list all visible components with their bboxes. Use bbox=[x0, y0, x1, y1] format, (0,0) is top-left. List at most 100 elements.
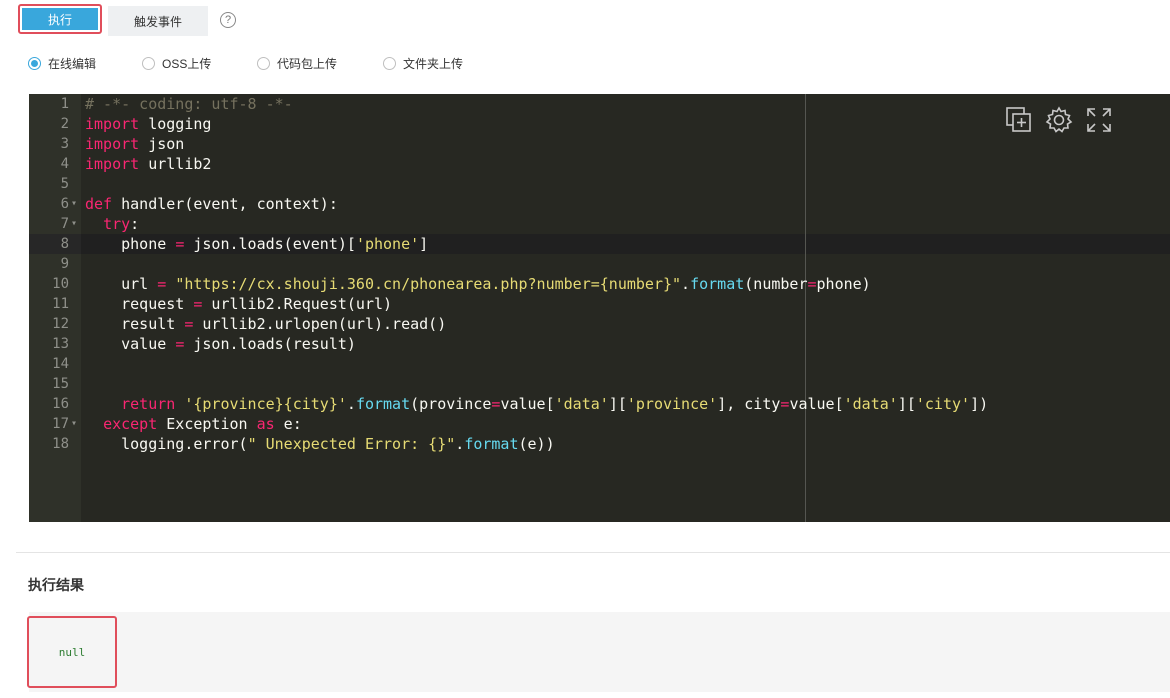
code-line[interactable]: 14 bbox=[29, 354, 1170, 374]
code-line[interactable]: 11 request = urllib2.Request(url) bbox=[29, 294, 1170, 314]
code-text: . bbox=[346, 395, 356, 413]
radio-online-edit[interactable]: 在线编辑 bbox=[28, 55, 96, 72]
code-text: json.loads(result) bbox=[184, 335, 356, 353]
line-number: 17 bbox=[52, 416, 69, 432]
code-text: value bbox=[121, 335, 176, 353]
line-number: 10 bbox=[52, 276, 69, 292]
code-text: urllib2 bbox=[139, 155, 212, 173]
line-number: 6 bbox=[60, 196, 69, 212]
radio-button[interactable] bbox=[142, 57, 155, 70]
code-line[interactable]: 4 import urllib2 bbox=[29, 154, 1170, 174]
code-text: url bbox=[121, 275, 158, 293]
copy-add-icon[interactable] bbox=[1004, 105, 1034, 135]
radio-button[interactable] bbox=[257, 57, 270, 70]
code-keyword: import bbox=[85, 115, 140, 133]
tab-run-label[interactable]: 执行 bbox=[22, 8, 98, 30]
code-line[interactable]: 15 bbox=[29, 374, 1170, 394]
line-number: 18 bbox=[52, 436, 69, 452]
fold-toggle-icon[interactable]: ▾ bbox=[71, 194, 77, 214]
code-text: urllib2.Request(url) bbox=[202, 295, 393, 313]
code-line[interactable]: 7 ▾ try: bbox=[29, 214, 1170, 234]
code-string: '{province}{city}' bbox=[175, 395, 347, 413]
code-comment: # -*- coding: utf-8 -*- bbox=[85, 95, 293, 113]
code-line[interactable]: 3 import json bbox=[29, 134, 1170, 154]
line-number: 5 bbox=[60, 176, 69, 192]
code-keyword: import bbox=[85, 155, 140, 173]
tab-trigger-event[interactable]: 触发事件 bbox=[108, 6, 208, 36]
code-text: . bbox=[455, 435, 465, 453]
line-number: 11 bbox=[52, 296, 69, 312]
code-text: : bbox=[130, 215, 140, 233]
code-line[interactable]: 18 logging.error(" Unexpected Error: {}"… bbox=[29, 434, 1170, 454]
line-number: 8 bbox=[60, 236, 69, 252]
code-keyword: as bbox=[256, 415, 275, 433]
code-text: value[ bbox=[500, 395, 555, 413]
radio-oss-upload[interactable]: OSS上传 bbox=[142, 55, 211, 72]
radio-button[interactable] bbox=[28, 57, 41, 70]
line-number: 15 bbox=[52, 376, 69, 392]
section-divider bbox=[16, 552, 1170, 553]
code-line[interactable]: 6 ▾ def handler(event, context): bbox=[29, 194, 1170, 214]
radio-label: 文件夹上传 bbox=[403, 57, 464, 71]
line-number: 1 bbox=[60, 96, 69, 112]
line-number: 9 bbox=[60, 256, 69, 272]
radio-label: OSS上传 bbox=[162, 57, 212, 71]
radio-button[interactable] bbox=[383, 57, 396, 70]
code-text: ], city bbox=[717, 395, 781, 413]
line-number: 4 bbox=[60, 156, 69, 172]
code-string: 'phone' bbox=[355, 235, 420, 253]
tab-run[interactable]: 执行 bbox=[18, 4, 102, 34]
fold-toggle-icon[interactable]: ▾ bbox=[71, 214, 77, 234]
code-text: logging.error( bbox=[121, 435, 248, 453]
code-line[interactable]: 13 value = json.loads(result) bbox=[29, 334, 1170, 354]
code-text: e: bbox=[274, 415, 302, 433]
code-string: 'province' bbox=[626, 395, 718, 413]
code-line[interactable]: 12 result = urllib2.urlopen(url).read() bbox=[29, 314, 1170, 334]
code-function: format bbox=[690, 275, 745, 293]
code-line[interactable]: 10 url = "https://cx.shouji.360.cn/phone… bbox=[29, 274, 1170, 294]
code-operator: = bbox=[157, 275, 167, 293]
code-keyword: except bbox=[103, 415, 158, 433]
result-value: null bbox=[27, 616, 117, 688]
line-number: 7 bbox=[60, 216, 69, 232]
code-string: 'city' bbox=[915, 395, 971, 413]
line-number: 16 bbox=[52, 396, 69, 412]
code-function: format bbox=[464, 435, 519, 453]
code-text: phone) bbox=[816, 275, 871, 293]
code-line[interactable]: 5 bbox=[29, 174, 1170, 194]
help-icon[interactable]: ? bbox=[220, 12, 236, 28]
line-number: 12 bbox=[52, 316, 69, 332]
code-keyword: try bbox=[103, 215, 131, 233]
radio-code-package-upload[interactable]: 代码包上传 bbox=[257, 55, 337, 72]
code-text: ][ bbox=[608, 395, 627, 413]
expand-icon[interactable] bbox=[1084, 105, 1114, 135]
code-line[interactable]: 16 return '{province}{city}'.format(prov… bbox=[29, 394, 1170, 414]
code-text: (number bbox=[744, 275, 808, 293]
result-title: 执行结果 bbox=[28, 577, 84, 593]
code-text: phone bbox=[121, 235, 176, 253]
fold-toggle-icon[interactable]: ▾ bbox=[71, 414, 77, 434]
code-text: Exception bbox=[157, 415, 257, 433]
editor-toolbar bbox=[1004, 105, 1114, 135]
code-text: ] bbox=[419, 235, 429, 253]
code-keyword: def bbox=[85, 195, 113, 213]
code-string: 'data' bbox=[843, 395, 898, 413]
code-operator: = bbox=[175, 335, 185, 353]
code-text: logging bbox=[139, 115, 212, 133]
result-panel bbox=[29, 612, 1170, 692]
code-text: . bbox=[681, 275, 691, 293]
code-string: "https://cx.shouji.360.cn/phonearea.php?… bbox=[175, 275, 682, 293]
code-line[interactable]: 2 import logging bbox=[29, 114, 1170, 134]
code-line[interactable]: 9 bbox=[29, 254, 1170, 274]
code-text: json.loads(event)[ bbox=[184, 235, 356, 253]
code-editor[interactable]: 1 # -*- coding: utf-8 -*- 2 import logging… bbox=[29, 94, 1170, 522]
code-line[interactable]: 17 ▾ except Exception as e: bbox=[29, 414, 1170, 434]
code-line[interactable]: 8 phone = json.loads(event)['phone'] bbox=[29, 234, 1170, 254]
code-lines[interactable]: 1 # -*- coding: utf-8 -*- 2 import logging… bbox=[29, 94, 1170, 454]
code-string: 'data' bbox=[554, 395, 609, 413]
radio-folder-upload[interactable]: 文件夹上传 bbox=[383, 55, 463, 72]
radio-label: 在线编辑 bbox=[48, 57, 97, 71]
radio-label: 代码包上传 bbox=[277, 57, 338, 71]
gear-icon[interactable] bbox=[1044, 105, 1074, 135]
code-line[interactable]: 1 # -*- coding: utf-8 -*- bbox=[29, 94, 1170, 114]
